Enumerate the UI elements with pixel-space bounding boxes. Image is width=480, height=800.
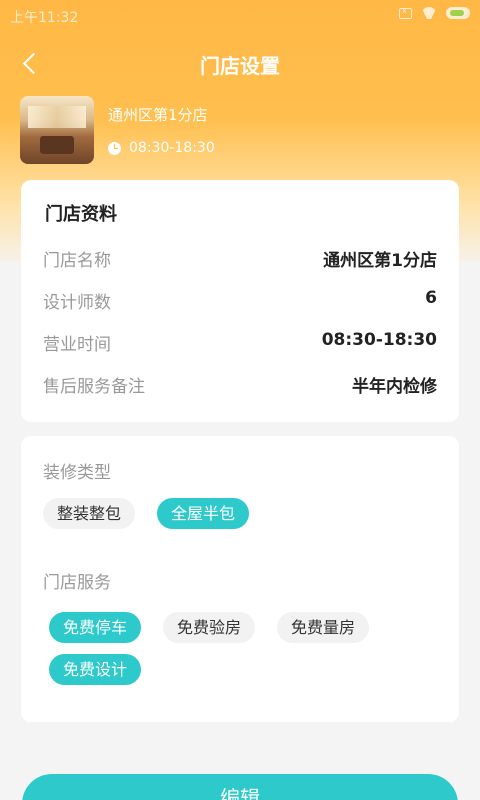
tag-decoration-half-package[interactable]: 全屋半包: [157, 498, 250, 529]
card-title: 门店资料: [45, 204, 117, 225]
store-header: 通州区第1分店 08:30-18:30: [20, 96, 460, 166]
info-value: 通州区第1分店: [323, 251, 437, 271]
store-tags-card: 装修类型 整装整包 全屋半包 门店服务 免费停车 免费验房 免费量房 免费设计: [21, 436, 459, 722]
info-row-store-name: 门店名称 通州区第1分店: [43, 242, 437, 272]
info-label: 营业时间: [43, 335, 111, 355]
decoration-type-label: 装修类型: [43, 463, 111, 483]
info-label: 门店名称: [43, 251, 111, 271]
store-photo: [20, 96, 94, 164]
info-row-after-sales: 售后服务备注 半年内检修: [43, 368, 437, 398]
clock-icon: [108, 141, 121, 155]
no-sim-icon: [399, 6, 412, 19]
info-value: 6: [425, 288, 437, 308]
edit-button[interactable]: 编辑: [22, 774, 458, 800]
page-title: 门店设置: [200, 54, 280, 78]
store-hours: 08:30-18:30: [108, 140, 215, 156]
info-value: 半年内检修: [352, 377, 437, 397]
info-label: 售后服务备注: [43, 377, 145, 397]
info-label: 设计师数: [43, 293, 111, 313]
info-row-designer-count: 设计师数 6: [43, 284, 437, 314]
tag-service-free-design[interactable]: 免费设计: [49, 654, 142, 685]
tag-service-free-measurement[interactable]: 免费量房: [277, 612, 370, 643]
info-row-business-hours: 营业时间 08:30-18:30: [43, 326, 437, 356]
wifi-icon: [420, 7, 438, 19]
store-info-card: 门店资料 门店名称 通州区第1分店 设计师数 6 营业时间 08:30-18:3…: [21, 180, 459, 422]
store-services-label: 门店服务: [43, 573, 111, 593]
store-hours-text: 08:30-18:30: [129, 140, 215, 156]
tag-decoration-full-package[interactable]: 整装整包: [43, 498, 136, 529]
navigation-bar: 门店设置: [0, 38, 480, 90]
tag-service-free-inspection[interactable]: 免费验房: [163, 612, 256, 643]
status-time: 上午11:32: [10, 10, 79, 26]
status-icons: [399, 6, 470, 19]
info-value: 08:30-18:30: [321, 330, 437, 350]
battery-icon: [446, 7, 470, 19]
store-name: 通州区第1分店: [108, 106, 208, 124]
tag-service-free-parking[interactable]: 免费停车: [49, 612, 142, 643]
status-bar: 上午11:32: [0, 0, 480, 30]
